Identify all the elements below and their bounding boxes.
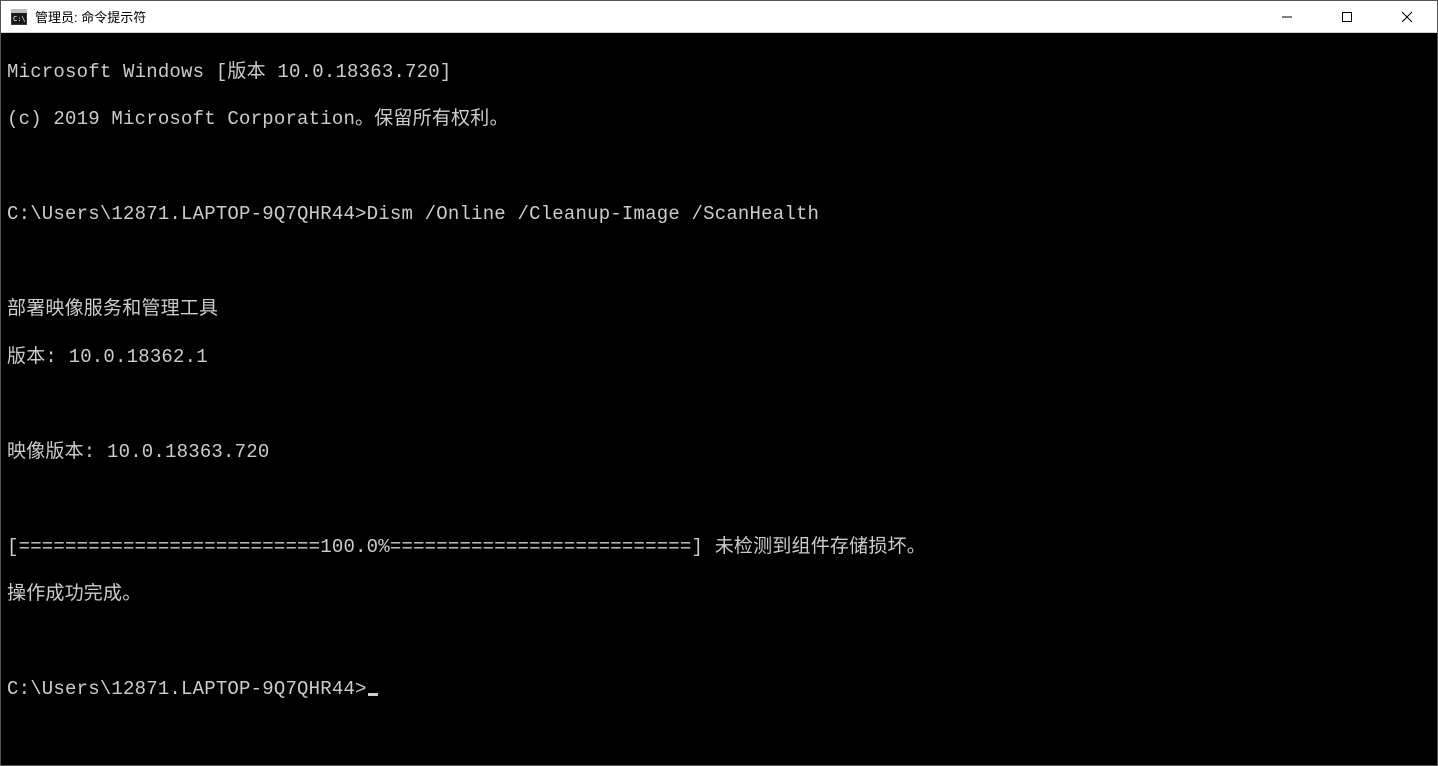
terminal-output [7,393,1431,417]
cmd-icon: C:\ [11,9,27,25]
terminal-command-line: C:\Users\12871.LAPTOP-9Q7QHR44>Dism /Onl… [7,203,1431,227]
terminal-output: 操作成功完成。 [7,583,1431,607]
prompt: C:\Users\12871.LAPTOP-9Q7QHR44> [7,203,367,225]
window-controls [1257,1,1437,32]
terminal-prompt-line: C:\Users\12871.LAPTOP-9Q7QHR44> [7,678,1431,702]
window-title: 管理员: 命令提示符 [35,7,1257,26]
command-prompt-window: C:\ 管理员: 命令提示符 Microsoft Windows [版本 10.… [0,0,1438,766]
terminal-output: (c) 2019 Microsoft Corporation。保留所有权利。 [7,108,1431,132]
maximize-button[interactable] [1317,1,1377,32]
terminal-output: 版本: 10.0.18362.1 [7,346,1431,370]
terminal-progress: [==========================100.0%=======… [7,536,1431,560]
terminal-output [7,488,1431,512]
close-button[interactable] [1377,1,1437,32]
terminal-area[interactable]: Microsoft Windows [版本 10.0.18363.720] (c… [1,33,1437,765]
titlebar[interactable]: C:\ 管理员: 命令提示符 [1,1,1437,33]
terminal-output: Microsoft Windows [版本 10.0.18363.720] [7,61,1431,85]
terminal-output: 部署映像服务和管理工具 [7,298,1431,322]
terminal-output: 映像版本: 10.0.18363.720 [7,441,1431,465]
command-text: Dism /Online /Cleanup-Image /ScanHealth [367,203,819,225]
terminal-output [7,631,1431,655]
terminal-output [7,251,1431,275]
prompt: C:\Users\12871.LAPTOP-9Q7QHR44> [7,678,367,700]
svg-text:C:\: C:\ [13,15,26,23]
minimize-button[interactable] [1257,1,1317,32]
terminal-output [7,156,1431,180]
cursor [368,693,378,696]
